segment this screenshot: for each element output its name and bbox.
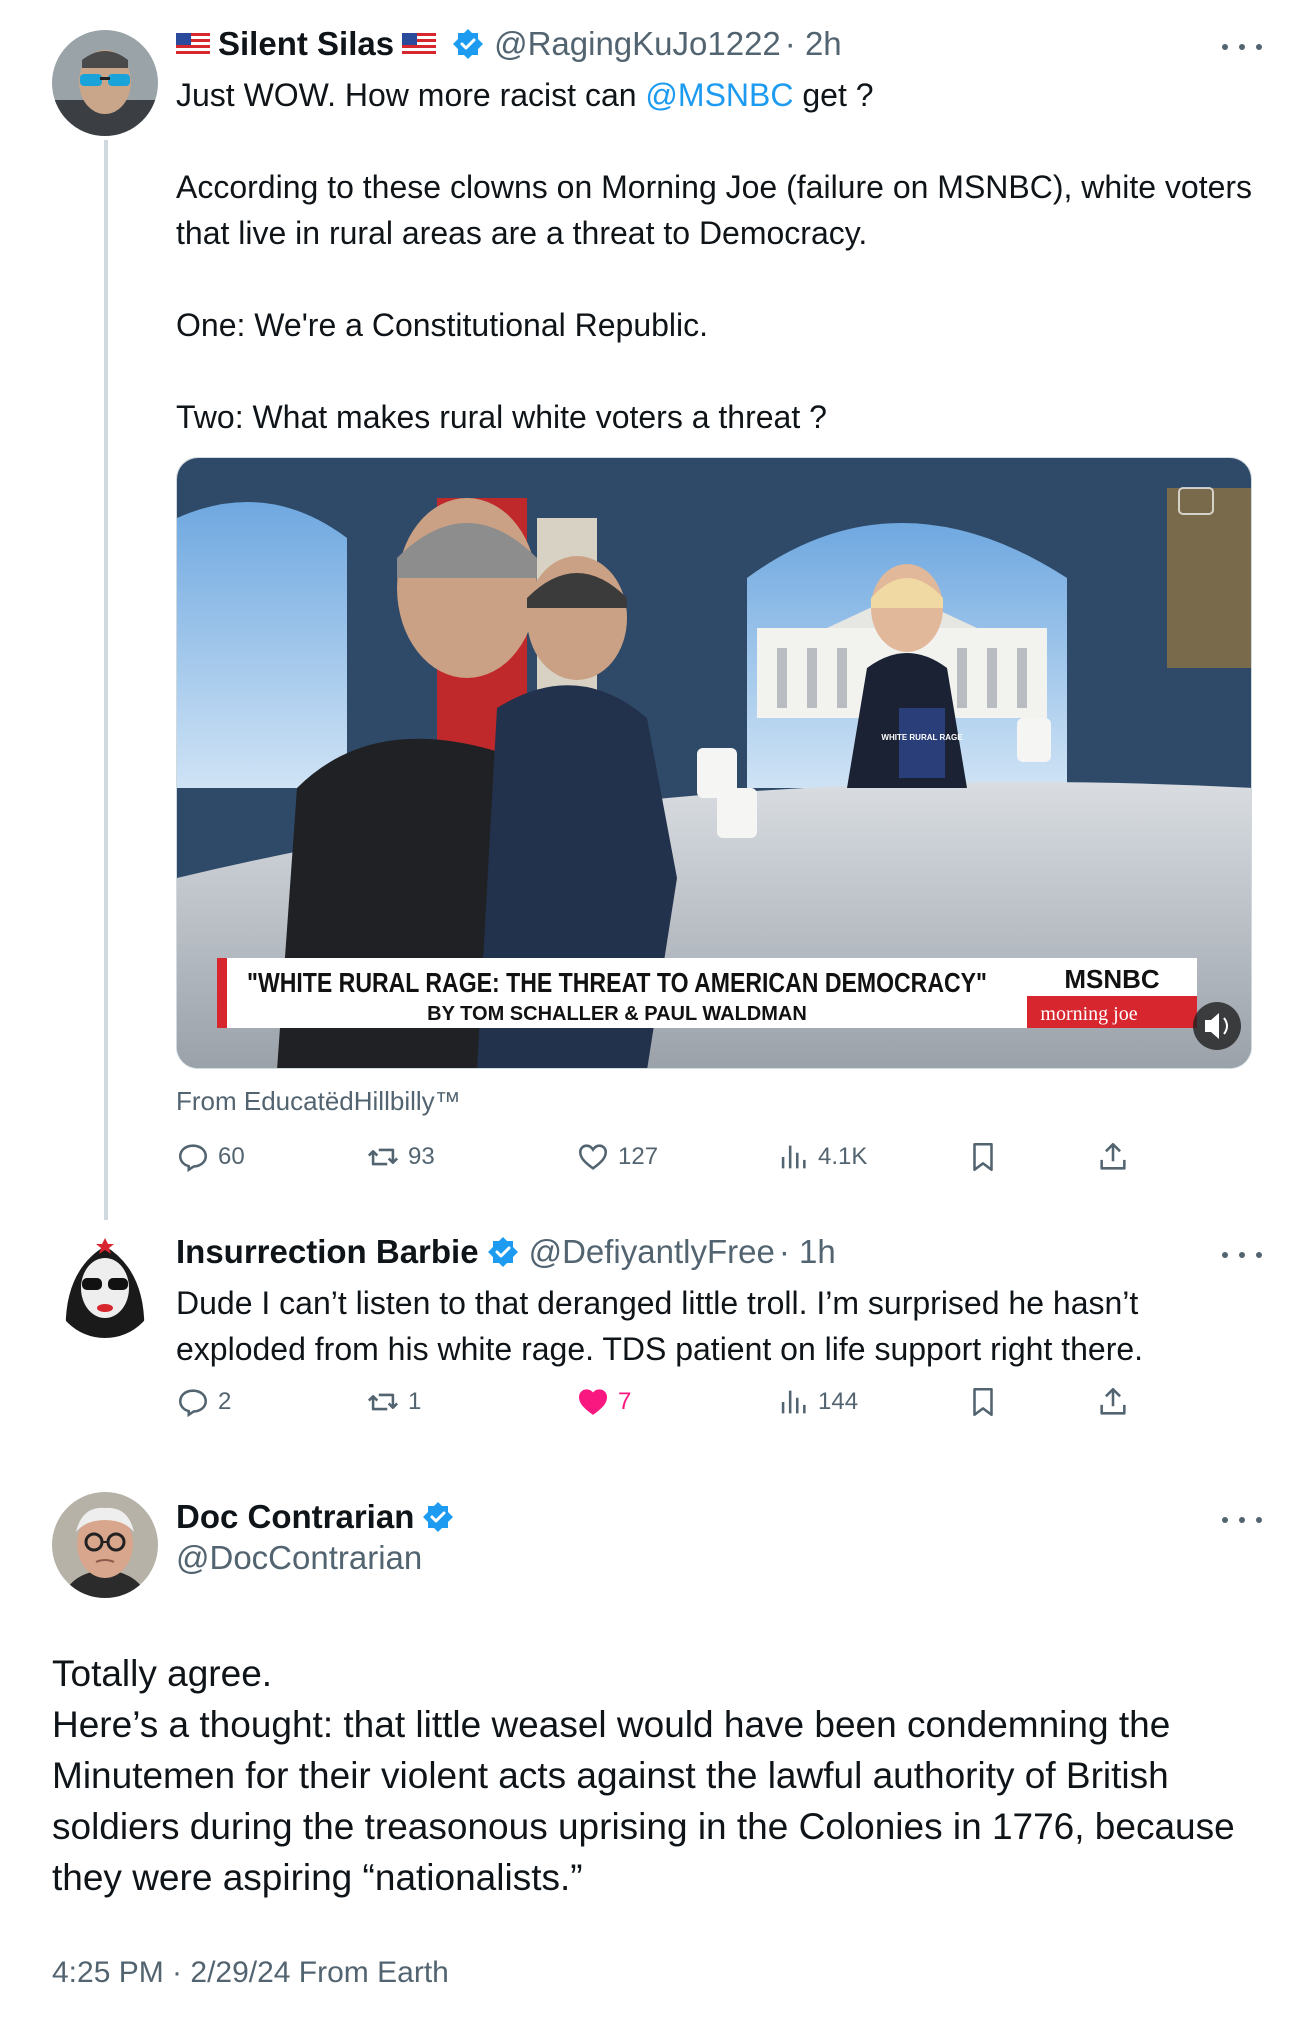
- video-frame: WHITE RURAL RAGE "WHITE RURAL RAGE: THE …: [177, 458, 1251, 1068]
- avatar-doc-contrarian[interactable]: [52, 1492, 158, 1598]
- repost-count: 93: [408, 1143, 435, 1170]
- action-bar: 2 1 7 144: [176, 1385, 1146, 1425]
- mention-link[interactable]: @MSNBC: [645, 77, 793, 113]
- repost-button[interactable]: 93: [366, 1140, 435, 1174]
- bookmark-button[interactable]: [966, 1385, 1008, 1419]
- avatar-insurrection-barbie[interactable]: [52, 1232, 158, 1338]
- reply-count: 2: [218, 1388, 232, 1415]
- handle[interactable]: @DefiyantlyFree: [529, 1232, 775, 1272]
- more-icon[interactable]: [1222, 1248, 1262, 1262]
- like-count: 127: [618, 1143, 659, 1170]
- share-icon: [1100, 1142, 1126, 1170]
- network-logo: MSNBC: [1064, 964, 1160, 994]
- handle[interactable]: @RagingKuJo1222: [494, 24, 781, 64]
- media-source[interactable]: From EducatëdHillbilly™: [176, 1086, 461, 1117]
- video-player[interactable]: WHITE RURAL RAGE "WHITE RURAL RAGE: THE …: [176, 457, 1252, 1069]
- more-icon[interactable]: [1222, 40, 1262, 54]
- reply-button[interactable]: 60: [176, 1140, 245, 1174]
- avatar-silent-silas[interactable]: [52, 30, 158, 136]
- banner-title: "WHITE RURAL RAGE: THE THREAT TO AMERICA…: [247, 967, 987, 998]
- tweet-header: Doc Contrarian: [176, 1497, 464, 1537]
- like-icon: [578, 1389, 608, 1415]
- display-name[interactable]: Silent Silas: [218, 24, 394, 64]
- repost-count: 1: [408, 1388, 422, 1415]
- display-name[interactable]: Insurrection Barbie: [176, 1232, 479, 1272]
- tweet-text-prefix: Just WOW. How more racist can: [176, 77, 646, 113]
- views-count: 144: [818, 1388, 859, 1415]
- views-icon: [781, 1145, 806, 1169]
- views-button[interactable]: 144: [776, 1385, 858, 1419]
- verified-icon[interactable]: [452, 28, 484, 60]
- share-icon: [1100, 1387, 1126, 1415]
- share-button[interactable]: [1096, 1385, 1138, 1419]
- like-icon: [578, 1144, 608, 1170]
- timestamp[interactable]: · 1h: [779, 1232, 836, 1272]
- like-button[interactable]: 7: [576, 1385, 631, 1419]
- us-flag-icon: [402, 33, 437, 55]
- more-icon[interactable]: [1222, 1513, 1262, 1527]
- repost-icon: [367, 1393, 399, 1411]
- handle-row: @DocContrarian: [176, 1538, 422, 1578]
- views-icon: [781, 1390, 806, 1414]
- tweet-body: According to these clowns on Morning Joe…: [176, 169, 1253, 435]
- display-name[interactable]: Doc Contrarian: [176, 1497, 414, 1537]
- like-count: 7: [618, 1388, 632, 1415]
- reply-count: 60: [218, 1143, 245, 1170]
- tweet-body: Totally agree. Here’s a thought: that li…: [52, 1653, 1235, 1898]
- reply-icon: [178, 1144, 208, 1173]
- tweet-body: Dude I can’t listen to that deranged lit…: [176, 1285, 1148, 1367]
- timestamp[interactable]: · 2h: [785, 24, 842, 64]
- like-button[interactable]: 127: [576, 1140, 658, 1174]
- bookmark-icon: [973, 1142, 993, 1172]
- share-button[interactable]: [1096, 1140, 1138, 1174]
- show-name: morning joe: [1040, 1003, 1137, 1025]
- action-bar: 60 93 127 4.1K: [176, 1140, 1146, 1180]
- tweet-text-suffix: get ?: [793, 77, 874, 113]
- verified-icon[interactable]: [422, 1501, 454, 1533]
- views-button[interactable]: 4.1K: [776, 1140, 867, 1174]
- reply-icon: [178, 1389, 208, 1418]
- views-count: 4.1K: [818, 1143, 868, 1170]
- verified-icon[interactable]: [487, 1236, 519, 1268]
- book-label: WHITE RURAL RAGE: [881, 733, 963, 742]
- bookmark-button[interactable]: [966, 1140, 1008, 1174]
- handle[interactable]: @DocContrarian: [176, 1538, 422, 1578]
- tweet-header: Insurrection Barbie @DefiyantlyFree · 1h: [176, 1232, 836, 1272]
- bookmark-icon: [973, 1387, 993, 1417]
- us-flag-icon: [176, 33, 210, 55]
- tweet-header: Silent Silas @RagingKuJo1222 · 2h: [176, 24, 842, 64]
- reply-button[interactable]: 2: [176, 1385, 231, 1419]
- banner-subtitle: BY TOM SCHALLER & PAUL WALDMAN: [427, 1003, 807, 1025]
- repost-icon: [367, 1148, 399, 1166]
- tweet-text: Just WOW. How more racist can @MSNBC get…: [176, 72, 1266, 118]
- thread-connector: [104, 140, 108, 1220]
- tweet-timestamp-source[interactable]: 4:25 PM · 2/29/24 From Earth: [52, 1956, 449, 1990]
- repost-button[interactable]: 1: [366, 1385, 421, 1419]
